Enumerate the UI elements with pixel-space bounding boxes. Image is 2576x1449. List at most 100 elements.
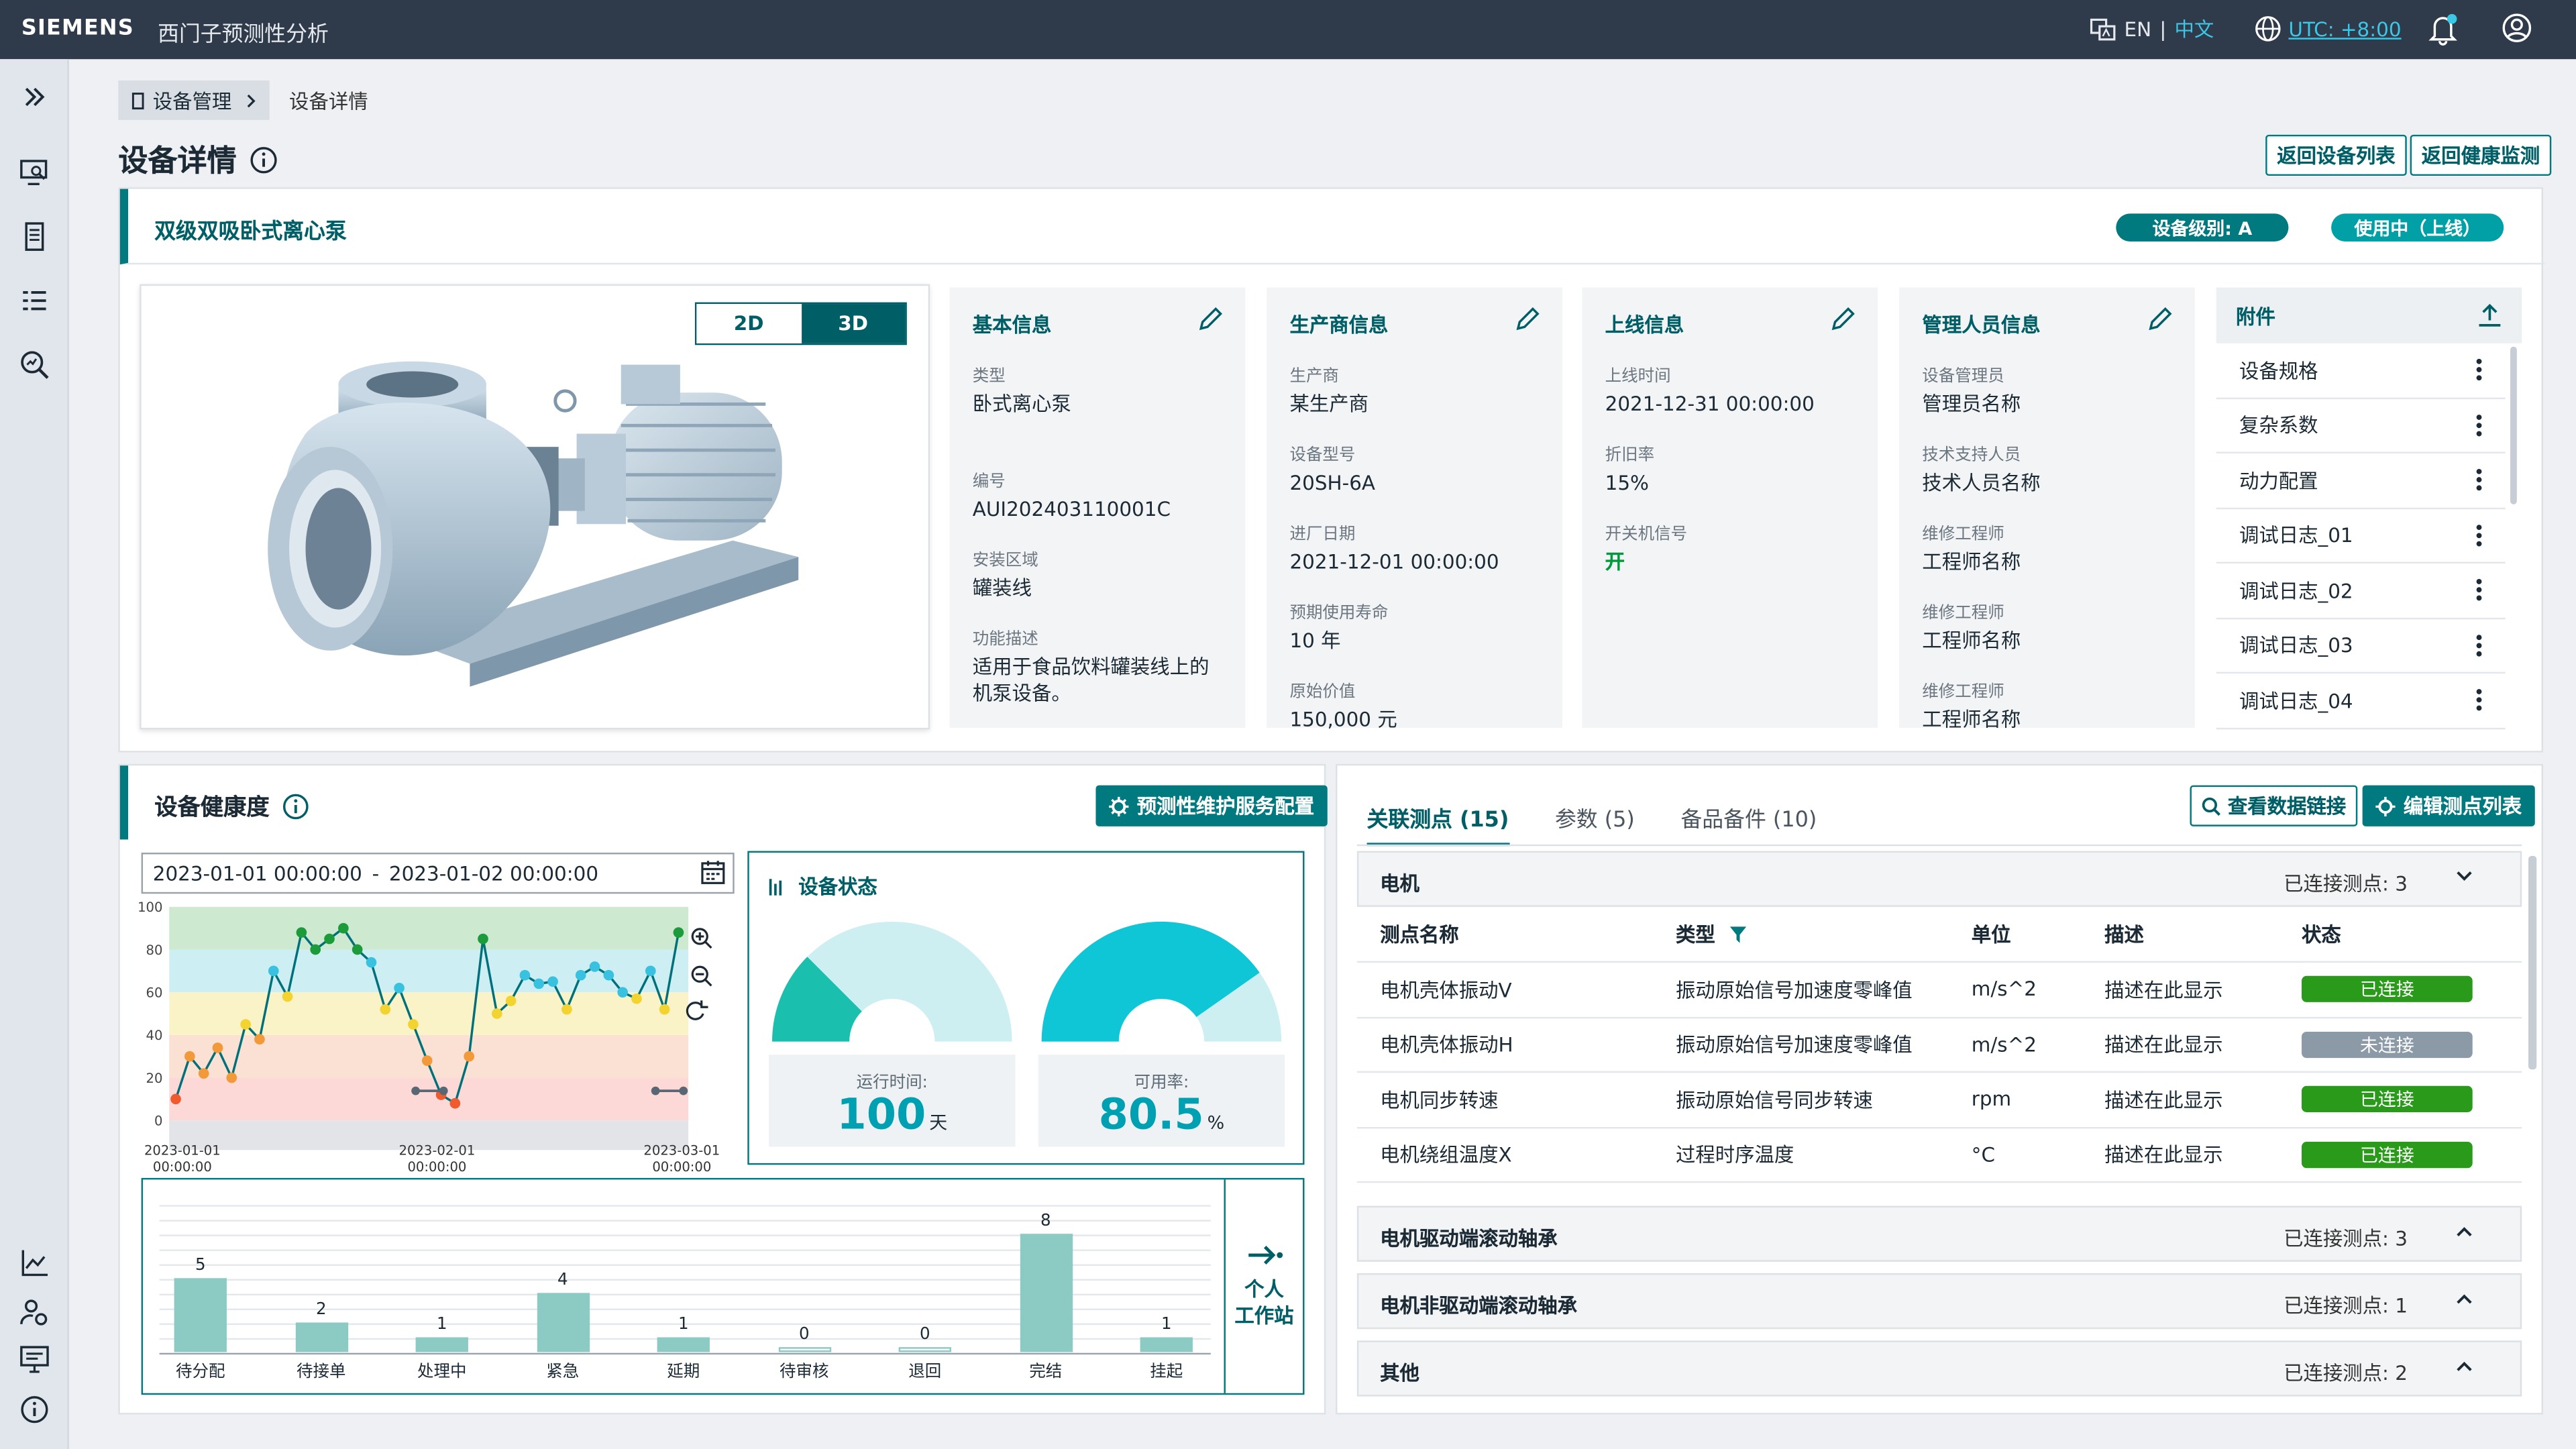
view-data-link-button[interactable]: 查看数据链接 — [2190, 785, 2358, 826]
view-data-link-label[interactable]: 查看数据链接 — [2228, 792, 2346, 820]
breadcrumb-parent[interactable]: 设备管理 — [118, 80, 270, 120]
edit-pencil-icon[interactable] — [1197, 307, 1223, 332]
calendar-icon[interactable] — [700, 859, 726, 885]
edit-pencil-icon[interactable] — [1830, 307, 1855, 332]
field-label: 原始价值 — [1289, 683, 1356, 702]
attachment-name[interactable]: 调试日志_01 — [2239, 521, 2353, 549]
attachment-name[interactable]: 复杂系数 — [2239, 411, 2318, 439]
bar-value-label: 5 — [195, 1256, 206, 1275]
edit-points-label[interactable]: 编辑测点列表 — [2404, 792, 2522, 820]
breadcrumb-parent-label[interactable]: 设备管理 — [153, 87, 232, 115]
field-label: 开关机信号 — [1605, 525, 1688, 544]
back-to-health-button[interactable]: 返回健康监测 — [2410, 134, 2552, 176]
date-start[interactable]: 2023-01-01 00:00:00 — [153, 861, 362, 884]
more-vertical-icon[interactable] — [2476, 634, 2483, 657]
zoom-out-icon[interactable] — [691, 965, 712, 987]
refresh-icon[interactable] — [686, 1000, 708, 1020]
data-point — [491, 1008, 502, 1019]
attachment-item[interactable]: 设备规格 — [2216, 343, 2506, 398]
maintenance-config-button[interactable]: 预测性维护服务配置 — [1095, 785, 1328, 826]
list-icon[interactable] — [18, 284, 51, 317]
table-row[interactable]: 电机同步转速 振动原始信号同步转速 rpm 描述在此显示 已连接 — [1356, 1073, 2522, 1128]
chevron-down-icon[interactable] — [2456, 871, 2472, 882]
analysis-search-icon[interactable] — [18, 348, 51, 381]
lang-en[interactable]: EN — [2125, 17, 2152, 40]
tab-related-points[interactable]: 关联测点 (15) — [1366, 802, 1509, 847]
cell-type: 振动原始信号同步转速 — [1675, 1089, 1873, 1112]
scrollbar[interactable] — [2528, 855, 2537, 1070]
group-motor[interactable]: 电机 已连接测点: 3 — [1356, 851, 2522, 907]
attachment-name[interactable]: 动力配置 — [2239, 466, 2318, 494]
bar[interactable] — [294, 1322, 347, 1352]
group-row[interactable]: 电机驱动端滚动轴承 已连接测点: 3 — [1356, 1205, 2522, 1262]
edit-points-button[interactable]: 编辑测点列表 — [2362, 785, 2535, 826]
date-range-input[interactable]: 2023-01-01 00:00:00 - 2023-01-02 00:00:0… — [141, 853, 735, 894]
scrollbar[interactable] — [2510, 346, 2517, 504]
more-vertical-icon[interactable] — [2476, 689, 2483, 712]
attachment-name[interactable]: 调试日志_04 — [2239, 686, 2353, 714]
report-icon[interactable] — [18, 1344, 51, 1377]
bar[interactable] — [415, 1337, 468, 1352]
expand-sidebar-icon[interactable] — [18, 80, 51, 113]
more-vertical-icon[interactable] — [2476, 579, 2483, 602]
chart-settings-icon[interactable] — [18, 1247, 51, 1280]
maintenance-config-label[interactable]: 预测性维护服务配置 — [1137, 792, 1315, 820]
group-row[interactable]: 电机非驱动端滚动轴承 已连接测点: 1 — [1356, 1273, 2522, 1330]
date-end[interactable]: 2023-01-02 00:00:00 — [389, 861, 598, 884]
lang-cn[interactable]: 中文 — [2174, 15, 2214, 43]
chevron-up-icon[interactable] — [2456, 1226, 2472, 1237]
personal-workstation-button[interactable]: 个人 工作站 — [1224, 1179, 1303, 1393]
bar[interactable] — [1140, 1337, 1193, 1352]
info-icon[interactable] — [18, 1393, 51, 1426]
tab-parameters[interactable]: 参数 (5) — [1555, 802, 1635, 846]
attachment-item[interactable]: 调试日志_01 — [2216, 508, 2506, 564]
attachment-item[interactable]: 调试日志_03 — [2216, 619, 2506, 674]
user-icon[interactable] — [2502, 13, 2532, 43]
attachment-item[interactable]: 调试日志_04 — [2216, 674, 2506, 729]
edit-pencil-icon[interactable] — [1515, 307, 1540, 332]
workstation-label-1[interactable]: 个人 — [1244, 1277, 1284, 1303]
more-vertical-icon[interactable] — [2476, 414, 2483, 437]
bar[interactable] — [657, 1337, 710, 1352]
data-point — [659, 1004, 670, 1015]
language-switcher[interactable]: EN | 中文 — [2090, 15, 2214, 43]
attachment-name[interactable]: 调试日志_02 — [2239, 576, 2353, 604]
table-header: 测点名称 类型 单位 描述 状态 — [1356, 907, 2522, 963]
attachment-name[interactable]: 调试日志_03 — [2239, 631, 2353, 659]
back-to-list-button[interactable]: 返回设备列表 — [2265, 134, 2407, 176]
table-row[interactable]: 电机壳体振动V 振动原始信号加速度零峰值 m/s^2 描述在此显示 已连接 — [1356, 963, 2522, 1018]
tab-spare-parts[interactable]: 备品备件 (10) — [1680, 802, 1817, 846]
edit-pencil-icon[interactable] — [2147, 307, 2172, 332]
table-row[interactable]: 电机绕组温度X 过程时序温度 °C 描述在此显示 已连接 — [1356, 1128, 2522, 1183]
data-point — [226, 1072, 237, 1083]
zoom-in-icon[interactable] — [691, 928, 712, 949]
monitor-search-icon[interactable] — [18, 156, 51, 189]
filter-icon[interactable] — [1730, 926, 1747, 943]
more-vertical-icon[interactable] — [2476, 469, 2483, 492]
chevron-up-icon[interactable] — [2456, 1360, 2472, 1372]
bar[interactable] — [536, 1293, 589, 1352]
user-settings-icon[interactable] — [18, 1296, 51, 1329]
bar[interactable] — [174, 1278, 227, 1352]
table-row[interactable]: 电机壳体振动H 振动原始信号加速度零峰值 m/s^2 描述在此显示 未连接 — [1356, 1018, 2522, 1073]
attachment-item[interactable]: 调试日志_02 — [2216, 564, 2506, 619]
bar[interactable] — [777, 1347, 830, 1352]
attachment-item[interactable]: 复杂系数 — [2216, 398, 2506, 453]
attachment-item[interactable]: 动力配置 — [2216, 453, 2506, 508]
upload-icon[interactable] — [2477, 303, 2502, 329]
column-header[interactable]: 类型 — [1676, 920, 1747, 948]
more-vertical-icon[interactable] — [2476, 358, 2483, 381]
bar[interactable] — [1019, 1234, 1072, 1352]
group-row[interactable]: 其他 已连接测点: 2 — [1356, 1340, 2522, 1397]
timezone-link[interactable]: UTC: +8:00 — [2254, 15, 2402, 43]
bar[interactable] — [898, 1347, 951, 1352]
workstation-label-2[interactable]: 工作站 — [1234, 1303, 1293, 1329]
bell-icon[interactable] — [2428, 13, 2458, 46]
device-icon[interactable] — [18, 220, 51, 253]
info-icon[interactable] — [250, 146, 278, 174]
info-icon[interactable] — [282, 794, 309, 820]
timezone-text[interactable]: UTC: +8:00 — [2288, 17, 2401, 40]
more-vertical-icon[interactable] — [2476, 524, 2483, 547]
chevron-up-icon[interactable] — [2456, 1293, 2472, 1304]
attachment-name[interactable]: 设备规格 — [2239, 356, 2318, 384]
